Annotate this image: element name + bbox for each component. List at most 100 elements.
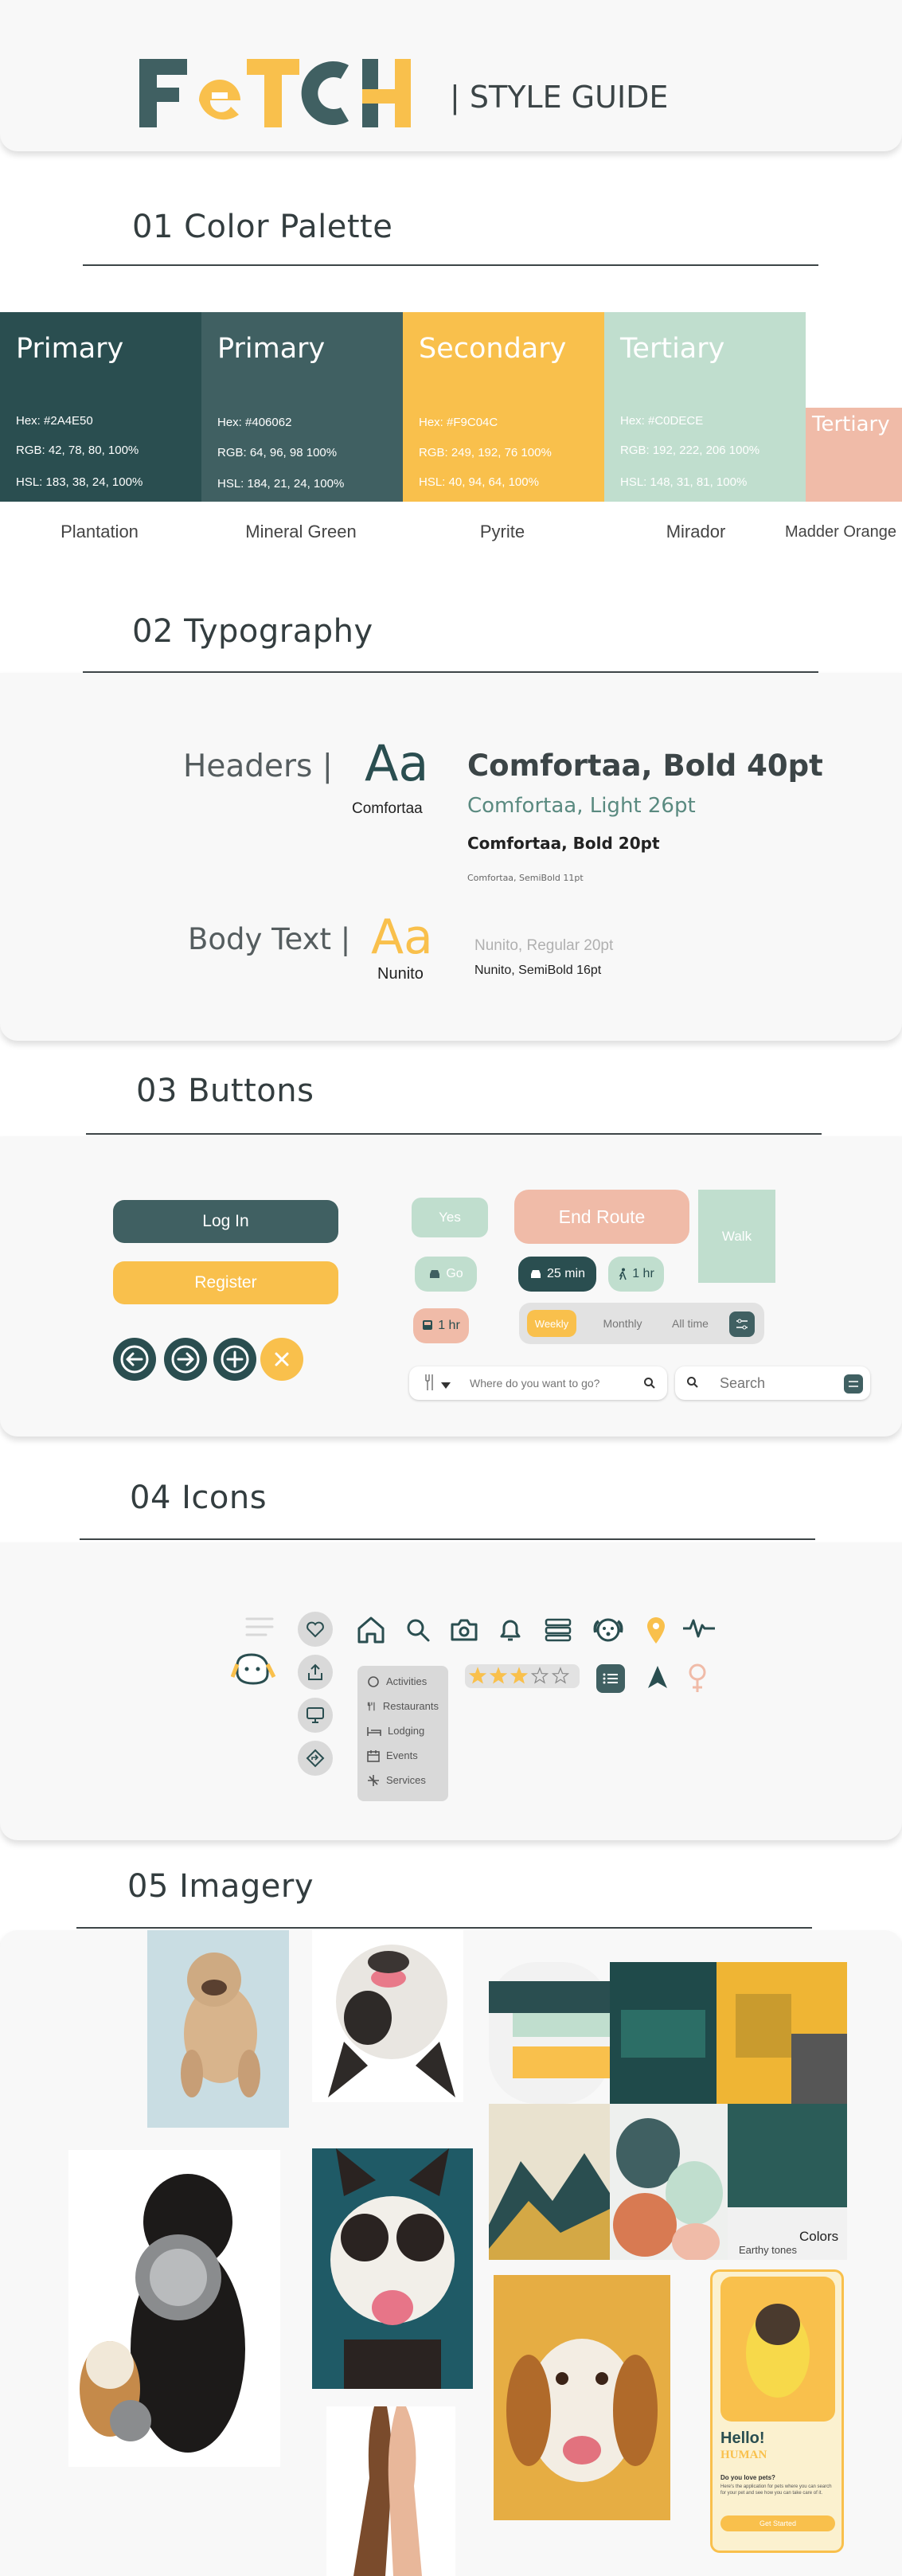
arrow-left-icon bbox=[120, 1345, 149, 1374]
chevron-down-icon[interactable] bbox=[441, 1382, 451, 1389]
arrow-right-icon bbox=[171, 1345, 200, 1374]
header-font-sample: Aa bbox=[365, 734, 429, 792]
search-input[interactable] bbox=[720, 1374, 831, 1393]
swatch-mirador: Tertiary Hex: #C0DECE RGB: 192, 222, 206… bbox=[604, 312, 806, 502]
end-route-button[interactable]: End Route bbox=[514, 1190, 689, 1244]
close-button[interactable] bbox=[260, 1338, 303, 1381]
star-empty-icon[interactable] bbox=[530, 1667, 549, 1684]
swatch-title: Tertiary bbox=[812, 412, 890, 436]
swatch-hex: Hex: #C0DECE bbox=[620, 414, 704, 428]
time-25min-chip[interactable]: 25 min bbox=[518, 1257, 596, 1292]
menu-item-lodging[interactable]: Lodging bbox=[367, 1718, 439, 1743]
favorite-button[interactable] bbox=[298, 1612, 333, 1647]
list-view-button[interactable] bbox=[596, 1664, 625, 1693]
location-pin-icon[interactable] bbox=[645, 1615, 667, 1645]
where-search-input[interactable] bbox=[470, 1374, 629, 1393]
swatch-madder-orange: Tertiary bbox=[806, 408, 902, 502]
menu-item-label: Restaurants bbox=[382, 1700, 439, 1712]
swatch-rgb: RGB: 64, 96, 98 100% bbox=[217, 446, 338, 459]
menu-item-services[interactable]: Services bbox=[367, 1768, 439, 1792]
swatch-rgb: RGB: 249, 192, 76 100% bbox=[419, 446, 552, 459]
chip-label: 25 min bbox=[546, 1267, 586, 1280]
section-title-typography: 02 Typography bbox=[132, 613, 373, 650]
type-sample-h4: Comfortaa, SemiBold 11pt bbox=[467, 873, 584, 883]
star-filled-icon[interactable] bbox=[510, 1667, 529, 1684]
section-rule bbox=[86, 1133, 822, 1135]
star-rating[interactable] bbox=[465, 1664, 580, 1688]
section-title-imagery: 05 Imagery bbox=[127, 1868, 314, 1905]
search-icon[interactable] bbox=[643, 1377, 656, 1390]
frenchie-teal-photo bbox=[312, 2148, 473, 2389]
time-1hr-walk-chip[interactable]: 1 hr bbox=[608, 1257, 664, 1292]
swatch-name-mineral-green: Mineral Green bbox=[245, 522, 357, 541]
where-search-bar[interactable] bbox=[409, 1366, 667, 1400]
star-empty-icon[interactable] bbox=[551, 1667, 570, 1684]
hamburger-menu-icon[interactable] bbox=[245, 1616, 274, 1637]
swatch-rgb: RGB: 42, 78, 80, 100% bbox=[16, 444, 139, 457]
section-title-buttons: 03 Buttons bbox=[136, 1073, 314, 1109]
app-hello-text: Hello! bbox=[720, 2429, 765, 2447]
navigation-arrow-icon[interactable] bbox=[646, 1664, 669, 1690]
search-icon[interactable] bbox=[404, 1616, 431, 1644]
swatch-mineral-green: Primary Hex: #406062 RGB: 64, 96, 98 100… bbox=[201, 312, 403, 502]
header-font-name: Comfortaa bbox=[352, 800, 423, 817]
section-rule bbox=[83, 671, 818, 673]
type-sample-b2: Nunito, SemiBold 16pt bbox=[474, 964, 602, 977]
login-button[interactable]: Log In bbox=[113, 1200, 338, 1243]
home-icon[interactable] bbox=[355, 1615, 387, 1645]
segment-weekly[interactable]: Weekly bbox=[527, 1310, 576, 1337]
bell-icon[interactable] bbox=[497, 1616, 524, 1644]
register-button[interactable]: Register bbox=[113, 1261, 338, 1304]
sliders-icon bbox=[849, 1381, 858, 1387]
filter-button[interactable] bbox=[729, 1311, 755, 1337]
heart-icon bbox=[307, 1621, 324, 1638]
section-title-icons: 04 Icons bbox=[130, 1480, 267, 1516]
time-1hr-bus-chip[interactable]: 1 hr bbox=[413, 1308, 469, 1343]
type-sample-b1: Nunito, Regular 20pt bbox=[474, 937, 614, 954]
body-font-sample: Aa bbox=[371, 909, 433, 965]
app-human-text: HUMAN bbox=[720, 2449, 767, 2461]
moodboard-caption: Colors bbox=[799, 2229, 839, 2244]
section-rule bbox=[76, 1927, 812, 1929]
dog-face-icon[interactable] bbox=[592, 1613, 624, 1645]
bed-icon bbox=[367, 1726, 381, 1736]
share-button[interactable] bbox=[298, 1655, 333, 1690]
camera-icon[interactable] bbox=[450, 1618, 478, 1642]
directions-button[interactable] bbox=[298, 1741, 333, 1776]
utensils-icon bbox=[425, 1374, 433, 1390]
high-five-photo bbox=[326, 2406, 455, 2576]
filter-button[interactable] bbox=[844, 1374, 863, 1394]
swatch-title: Primary bbox=[16, 333, 124, 365]
add-button[interactable] bbox=[213, 1338, 256, 1381]
star-filled-icon[interactable] bbox=[468, 1667, 487, 1684]
segment-all-time[interactable]: All time bbox=[662, 1310, 718, 1337]
utensils-icon bbox=[367, 1702, 375, 1710]
go-chip[interactable]: Go bbox=[415, 1257, 477, 1292]
segment-monthly[interactable]: Monthly bbox=[595, 1310, 650, 1337]
fetch-logo bbox=[135, 49, 422, 137]
female-gender-icon[interactable] bbox=[686, 1663, 709, 1695]
swatch-hsl: HSL: 148, 31, 81, 100% bbox=[620, 475, 748, 489]
activity-pulse-icon[interactable] bbox=[681, 1616, 717, 1640]
share-icon bbox=[308, 1663, 322, 1680]
app-hero-image bbox=[720, 2277, 835, 2422]
screen-button[interactable] bbox=[298, 1698, 333, 1733]
star-filled-icon[interactable] bbox=[489, 1667, 508, 1684]
section-title-color: 01 Color Palette bbox=[132, 209, 393, 245]
swatch-rgb: RGB: 192, 222, 206 100% bbox=[620, 444, 760, 457]
swatch-hex: Hex: #F9C04C bbox=[419, 416, 498, 429]
search-bar[interactable] bbox=[675, 1366, 870, 1400]
app-get-started-button[interactable]: Get Started bbox=[720, 2515, 835, 2531]
yes-button[interactable]: Yes bbox=[412, 1198, 488, 1237]
forward-button[interactable] bbox=[164, 1338, 207, 1381]
swatch-pyrite: Secondary Hex: #F9C04C RGB: 249, 192, 76… bbox=[403, 312, 604, 502]
menu-item-events[interactable]: Events bbox=[367, 1743, 439, 1768]
back-button[interactable] bbox=[113, 1338, 156, 1381]
category-menu: Activities Restaurants Lodging Events Se… bbox=[357, 1666, 448, 1801]
menu-item-restaurants[interactable]: Restaurants bbox=[367, 1694, 439, 1718]
menu-item-activities[interactable]: Activities bbox=[367, 1669, 439, 1694]
body-font-name: Nunito bbox=[377, 965, 424, 983]
walk-button[interactable]: Walk bbox=[698, 1190, 775, 1283]
menu-item-label: Services bbox=[386, 1774, 426, 1786]
server-list-icon[interactable] bbox=[545, 1618, 572, 1642]
